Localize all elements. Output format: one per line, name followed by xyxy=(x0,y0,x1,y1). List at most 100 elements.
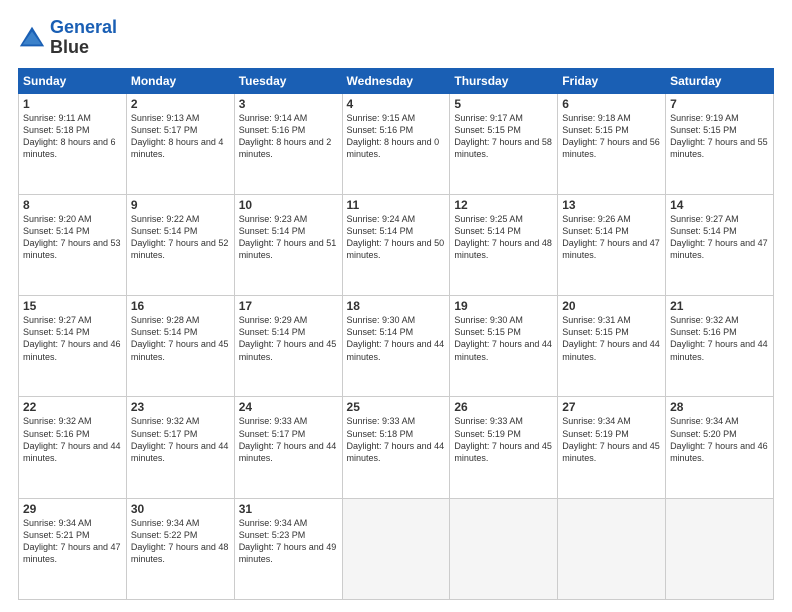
week-row-1: 1Sunrise: 9:11 AMSunset: 5:18 PMDaylight… xyxy=(19,93,774,194)
weekday-sunday: Sunday xyxy=(19,68,127,93)
day-number: 22 xyxy=(23,400,122,414)
header: General Blue xyxy=(18,18,774,58)
cell-info: Sunrise: 9:33 AMSunset: 5:19 PMDaylight:… xyxy=(454,415,553,464)
day-number: 26 xyxy=(454,400,553,414)
day-number: 6 xyxy=(562,97,661,111)
cell-info: Sunrise: 9:23 AMSunset: 5:14 PMDaylight:… xyxy=(239,213,338,262)
day-number: 9 xyxy=(131,198,230,212)
day-number: 31 xyxy=(239,502,338,516)
day-cell: 23Sunrise: 9:32 AMSunset: 5:17 PMDayligh… xyxy=(126,397,234,498)
day-cell: 4Sunrise: 9:15 AMSunset: 5:16 PMDaylight… xyxy=(342,93,450,194)
cell-info: Sunrise: 9:28 AMSunset: 5:14 PMDaylight:… xyxy=(131,314,230,363)
weekday-tuesday: Tuesday xyxy=(234,68,342,93)
day-cell: 11Sunrise: 9:24 AMSunset: 5:14 PMDayligh… xyxy=(342,194,450,295)
day-number: 14 xyxy=(670,198,769,212)
logo: General Blue xyxy=(18,18,117,58)
day-cell: 5Sunrise: 9:17 AMSunset: 5:15 PMDaylight… xyxy=(450,93,558,194)
cell-info: Sunrise: 9:18 AMSunset: 5:15 PMDaylight:… xyxy=(562,112,661,161)
cell-info: Sunrise: 9:22 AMSunset: 5:14 PMDaylight:… xyxy=(131,213,230,262)
day-cell: 22Sunrise: 9:32 AMSunset: 5:16 PMDayligh… xyxy=(19,397,127,498)
day-cell: 3Sunrise: 9:14 AMSunset: 5:16 PMDaylight… xyxy=(234,93,342,194)
day-number: 17 xyxy=(239,299,338,313)
day-cell: 19Sunrise: 9:30 AMSunset: 5:15 PMDayligh… xyxy=(450,296,558,397)
day-cell: 6Sunrise: 9:18 AMSunset: 5:15 PMDaylight… xyxy=(558,93,666,194)
day-cell: 18Sunrise: 9:30 AMSunset: 5:14 PMDayligh… xyxy=(342,296,450,397)
day-cell: 20Sunrise: 9:31 AMSunset: 5:15 PMDayligh… xyxy=(558,296,666,397)
day-cell: 30Sunrise: 9:34 AMSunset: 5:22 PMDayligh… xyxy=(126,498,234,599)
cell-info: Sunrise: 9:34 AMSunset: 5:22 PMDaylight:… xyxy=(131,517,230,566)
cell-info: Sunrise: 9:25 AMSunset: 5:14 PMDaylight:… xyxy=(454,213,553,262)
calendar-body: 1Sunrise: 9:11 AMSunset: 5:18 PMDaylight… xyxy=(19,93,774,599)
cell-info: Sunrise: 9:34 AMSunset: 5:21 PMDaylight:… xyxy=(23,517,122,566)
day-cell: 27Sunrise: 9:34 AMSunset: 5:19 PMDayligh… xyxy=(558,397,666,498)
day-number: 10 xyxy=(239,198,338,212)
day-cell: 14Sunrise: 9:27 AMSunset: 5:14 PMDayligh… xyxy=(666,194,774,295)
cell-info: Sunrise: 9:27 AMSunset: 5:14 PMDaylight:… xyxy=(23,314,122,363)
cell-info: Sunrise: 9:29 AMSunset: 5:14 PMDaylight:… xyxy=(239,314,338,363)
day-cell: 29Sunrise: 9:34 AMSunset: 5:21 PMDayligh… xyxy=(19,498,127,599)
weekday-saturday: Saturday xyxy=(666,68,774,93)
logo-icon xyxy=(18,24,46,52)
day-cell: 10Sunrise: 9:23 AMSunset: 5:14 PMDayligh… xyxy=(234,194,342,295)
cell-info: Sunrise: 9:13 AMSunset: 5:17 PMDaylight:… xyxy=(131,112,230,161)
day-cell: 2Sunrise: 9:13 AMSunset: 5:17 PMDaylight… xyxy=(126,93,234,194)
day-cell: 31Sunrise: 9:34 AMSunset: 5:23 PMDayligh… xyxy=(234,498,342,599)
week-row-5: 29Sunrise: 9:34 AMSunset: 5:21 PMDayligh… xyxy=(19,498,774,599)
cell-info: Sunrise: 9:11 AMSunset: 5:18 PMDaylight:… xyxy=(23,112,122,161)
cell-info: Sunrise: 9:17 AMSunset: 5:15 PMDaylight:… xyxy=(454,112,553,161)
day-number: 5 xyxy=(454,97,553,111)
cell-info: Sunrise: 9:30 AMSunset: 5:15 PMDaylight:… xyxy=(454,314,553,363)
day-number: 7 xyxy=(670,97,769,111)
day-number: 11 xyxy=(347,198,446,212)
day-number: 1 xyxy=(23,97,122,111)
day-number: 8 xyxy=(23,198,122,212)
week-row-4: 22Sunrise: 9:32 AMSunset: 5:16 PMDayligh… xyxy=(19,397,774,498)
cell-info: Sunrise: 9:15 AMSunset: 5:16 PMDaylight:… xyxy=(347,112,446,161)
day-cell: 15Sunrise: 9:27 AMSunset: 5:14 PMDayligh… xyxy=(19,296,127,397)
day-number: 12 xyxy=(454,198,553,212)
cell-info: Sunrise: 9:26 AMSunset: 5:14 PMDaylight:… xyxy=(562,213,661,262)
cell-info: Sunrise: 9:34 AMSunset: 5:23 PMDaylight:… xyxy=(239,517,338,566)
week-row-2: 8Sunrise: 9:20 AMSunset: 5:14 PMDaylight… xyxy=(19,194,774,295)
day-cell: 26Sunrise: 9:33 AMSunset: 5:19 PMDayligh… xyxy=(450,397,558,498)
day-cell: 28Sunrise: 9:34 AMSunset: 5:20 PMDayligh… xyxy=(666,397,774,498)
day-number: 24 xyxy=(239,400,338,414)
day-cell: 24Sunrise: 9:33 AMSunset: 5:17 PMDayligh… xyxy=(234,397,342,498)
cell-info: Sunrise: 9:14 AMSunset: 5:16 PMDaylight:… xyxy=(239,112,338,161)
cell-info: Sunrise: 9:24 AMSunset: 5:14 PMDaylight:… xyxy=(347,213,446,262)
day-cell: 1Sunrise: 9:11 AMSunset: 5:18 PMDaylight… xyxy=(19,93,127,194)
cell-info: Sunrise: 9:20 AMSunset: 5:14 PMDaylight:… xyxy=(23,213,122,262)
day-cell xyxy=(666,498,774,599)
day-number: 21 xyxy=(670,299,769,313)
page: General Blue SundayMondayTuesdayWednesda… xyxy=(0,0,792,612)
cell-info: Sunrise: 9:30 AMSunset: 5:14 PMDaylight:… xyxy=(347,314,446,363)
day-number: 4 xyxy=(347,97,446,111)
day-number: 29 xyxy=(23,502,122,516)
cell-info: Sunrise: 9:19 AMSunset: 5:15 PMDaylight:… xyxy=(670,112,769,161)
week-row-3: 15Sunrise: 9:27 AMSunset: 5:14 PMDayligh… xyxy=(19,296,774,397)
cell-info: Sunrise: 9:31 AMSunset: 5:15 PMDaylight:… xyxy=(562,314,661,363)
day-cell: 17Sunrise: 9:29 AMSunset: 5:14 PMDayligh… xyxy=(234,296,342,397)
cell-info: Sunrise: 9:32 AMSunset: 5:16 PMDaylight:… xyxy=(23,415,122,464)
day-number: 16 xyxy=(131,299,230,313)
day-number: 15 xyxy=(23,299,122,313)
cell-info: Sunrise: 9:32 AMSunset: 5:16 PMDaylight:… xyxy=(670,314,769,363)
day-number: 20 xyxy=(562,299,661,313)
day-cell: 13Sunrise: 9:26 AMSunset: 5:14 PMDayligh… xyxy=(558,194,666,295)
weekday-friday: Friday xyxy=(558,68,666,93)
day-cell: 8Sunrise: 9:20 AMSunset: 5:14 PMDaylight… xyxy=(19,194,127,295)
day-number: 25 xyxy=(347,400,446,414)
day-number: 28 xyxy=(670,400,769,414)
cell-info: Sunrise: 9:33 AMSunset: 5:17 PMDaylight:… xyxy=(239,415,338,464)
day-number: 30 xyxy=(131,502,230,516)
cell-info: Sunrise: 9:27 AMSunset: 5:14 PMDaylight:… xyxy=(670,213,769,262)
logo-text: General Blue xyxy=(50,18,117,58)
day-number: 18 xyxy=(347,299,446,313)
day-cell: 9Sunrise: 9:22 AMSunset: 5:14 PMDaylight… xyxy=(126,194,234,295)
cell-info: Sunrise: 9:34 AMSunset: 5:20 PMDaylight:… xyxy=(670,415,769,464)
weekday-monday: Monday xyxy=(126,68,234,93)
day-cell: 16Sunrise: 9:28 AMSunset: 5:14 PMDayligh… xyxy=(126,296,234,397)
day-cell: 7Sunrise: 9:19 AMSunset: 5:15 PMDaylight… xyxy=(666,93,774,194)
calendar-table: SundayMondayTuesdayWednesdayThursdayFrid… xyxy=(18,68,774,600)
weekday-thursday: Thursday xyxy=(450,68,558,93)
